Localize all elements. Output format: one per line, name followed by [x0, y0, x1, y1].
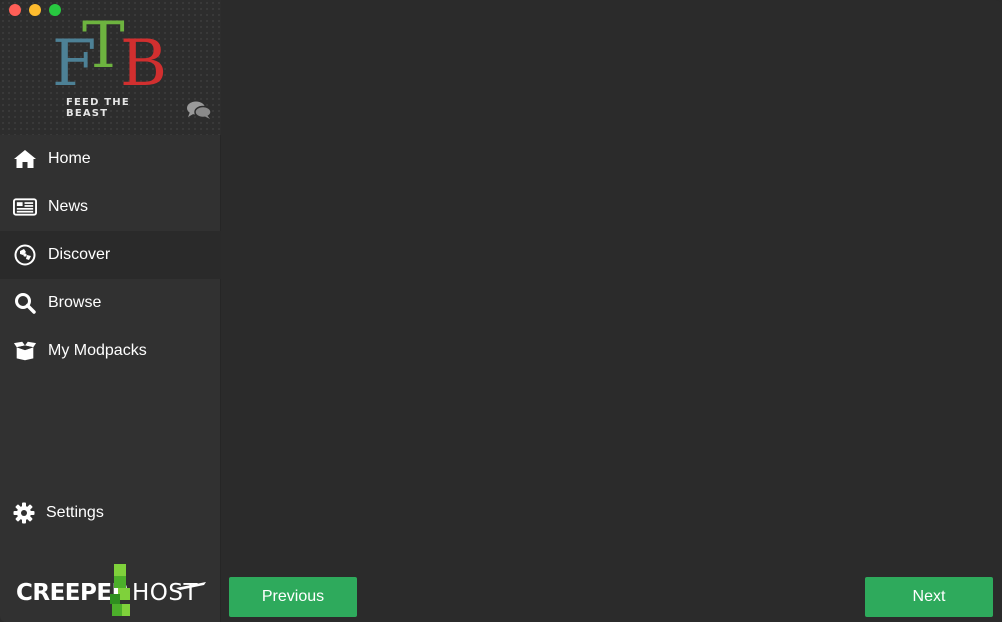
ftb-letters: F T B [50, 9, 170, 101]
compass-icon [13, 243, 37, 267]
previous-button[interactable]: Previous [229, 577, 357, 617]
box-icon [13, 339, 37, 363]
sidebar-item-home[interactable]: Home [0, 135, 221, 183]
next-button[interactable]: Next [865, 577, 993, 617]
logo-tagline: FEED THE BEAST [66, 97, 130, 119]
creeper-block-icon [110, 564, 130, 616]
settings-label: Settings [46, 504, 104, 521]
sidebar-item-browse[interactable]: Browse [0, 279, 221, 327]
creeperhost-swoosh [176, 582, 206, 590]
sidebar-item-label: My Modpacks [48, 342, 147, 359]
minimize-window-button[interactable] [29, 4, 41, 16]
logo-letter-b: B [120, 27, 168, 101]
sidebar-nav: Home News Discover Browse My Modpacks [0, 135, 221, 375]
newspaper-icon [13, 195, 37, 219]
creeperhost-logo[interactable]: CREEPER HOST [14, 560, 209, 620]
sidebar-item-settings[interactable]: Settings [0, 489, 221, 537]
sidebar-item-label: Home [48, 150, 91, 167]
chat-icon[interactable] [186, 100, 212, 120]
app-window: F T B FEED THE BEAST Home News Discover … [0, 0, 1002, 622]
sidebar-item-label: Discover [48, 246, 111, 263]
ftb-logo: F T B FEED THE BEAST [50, 9, 170, 119]
sidebar-item-my-modpacks[interactable]: My Modpacks [0, 327, 221, 375]
sidebar-item-label: Browse [48, 294, 102, 311]
gear-icon [12, 501, 36, 525]
close-window-button[interactable] [9, 4, 21, 16]
sidebar: F T B FEED THE BEAST Home News Discover … [0, 0, 221, 622]
logo-area: F T B FEED THE BEAST [0, 0, 221, 135]
sidebar-item-news[interactable]: News [0, 183, 221, 231]
search-icon [13, 291, 37, 315]
home-icon [13, 147, 37, 171]
sidebar-item-discover[interactable]: Discover [0, 231, 221, 279]
sidebar-item-label: News [48, 198, 89, 215]
logo-letter-t: T [82, 9, 125, 83]
